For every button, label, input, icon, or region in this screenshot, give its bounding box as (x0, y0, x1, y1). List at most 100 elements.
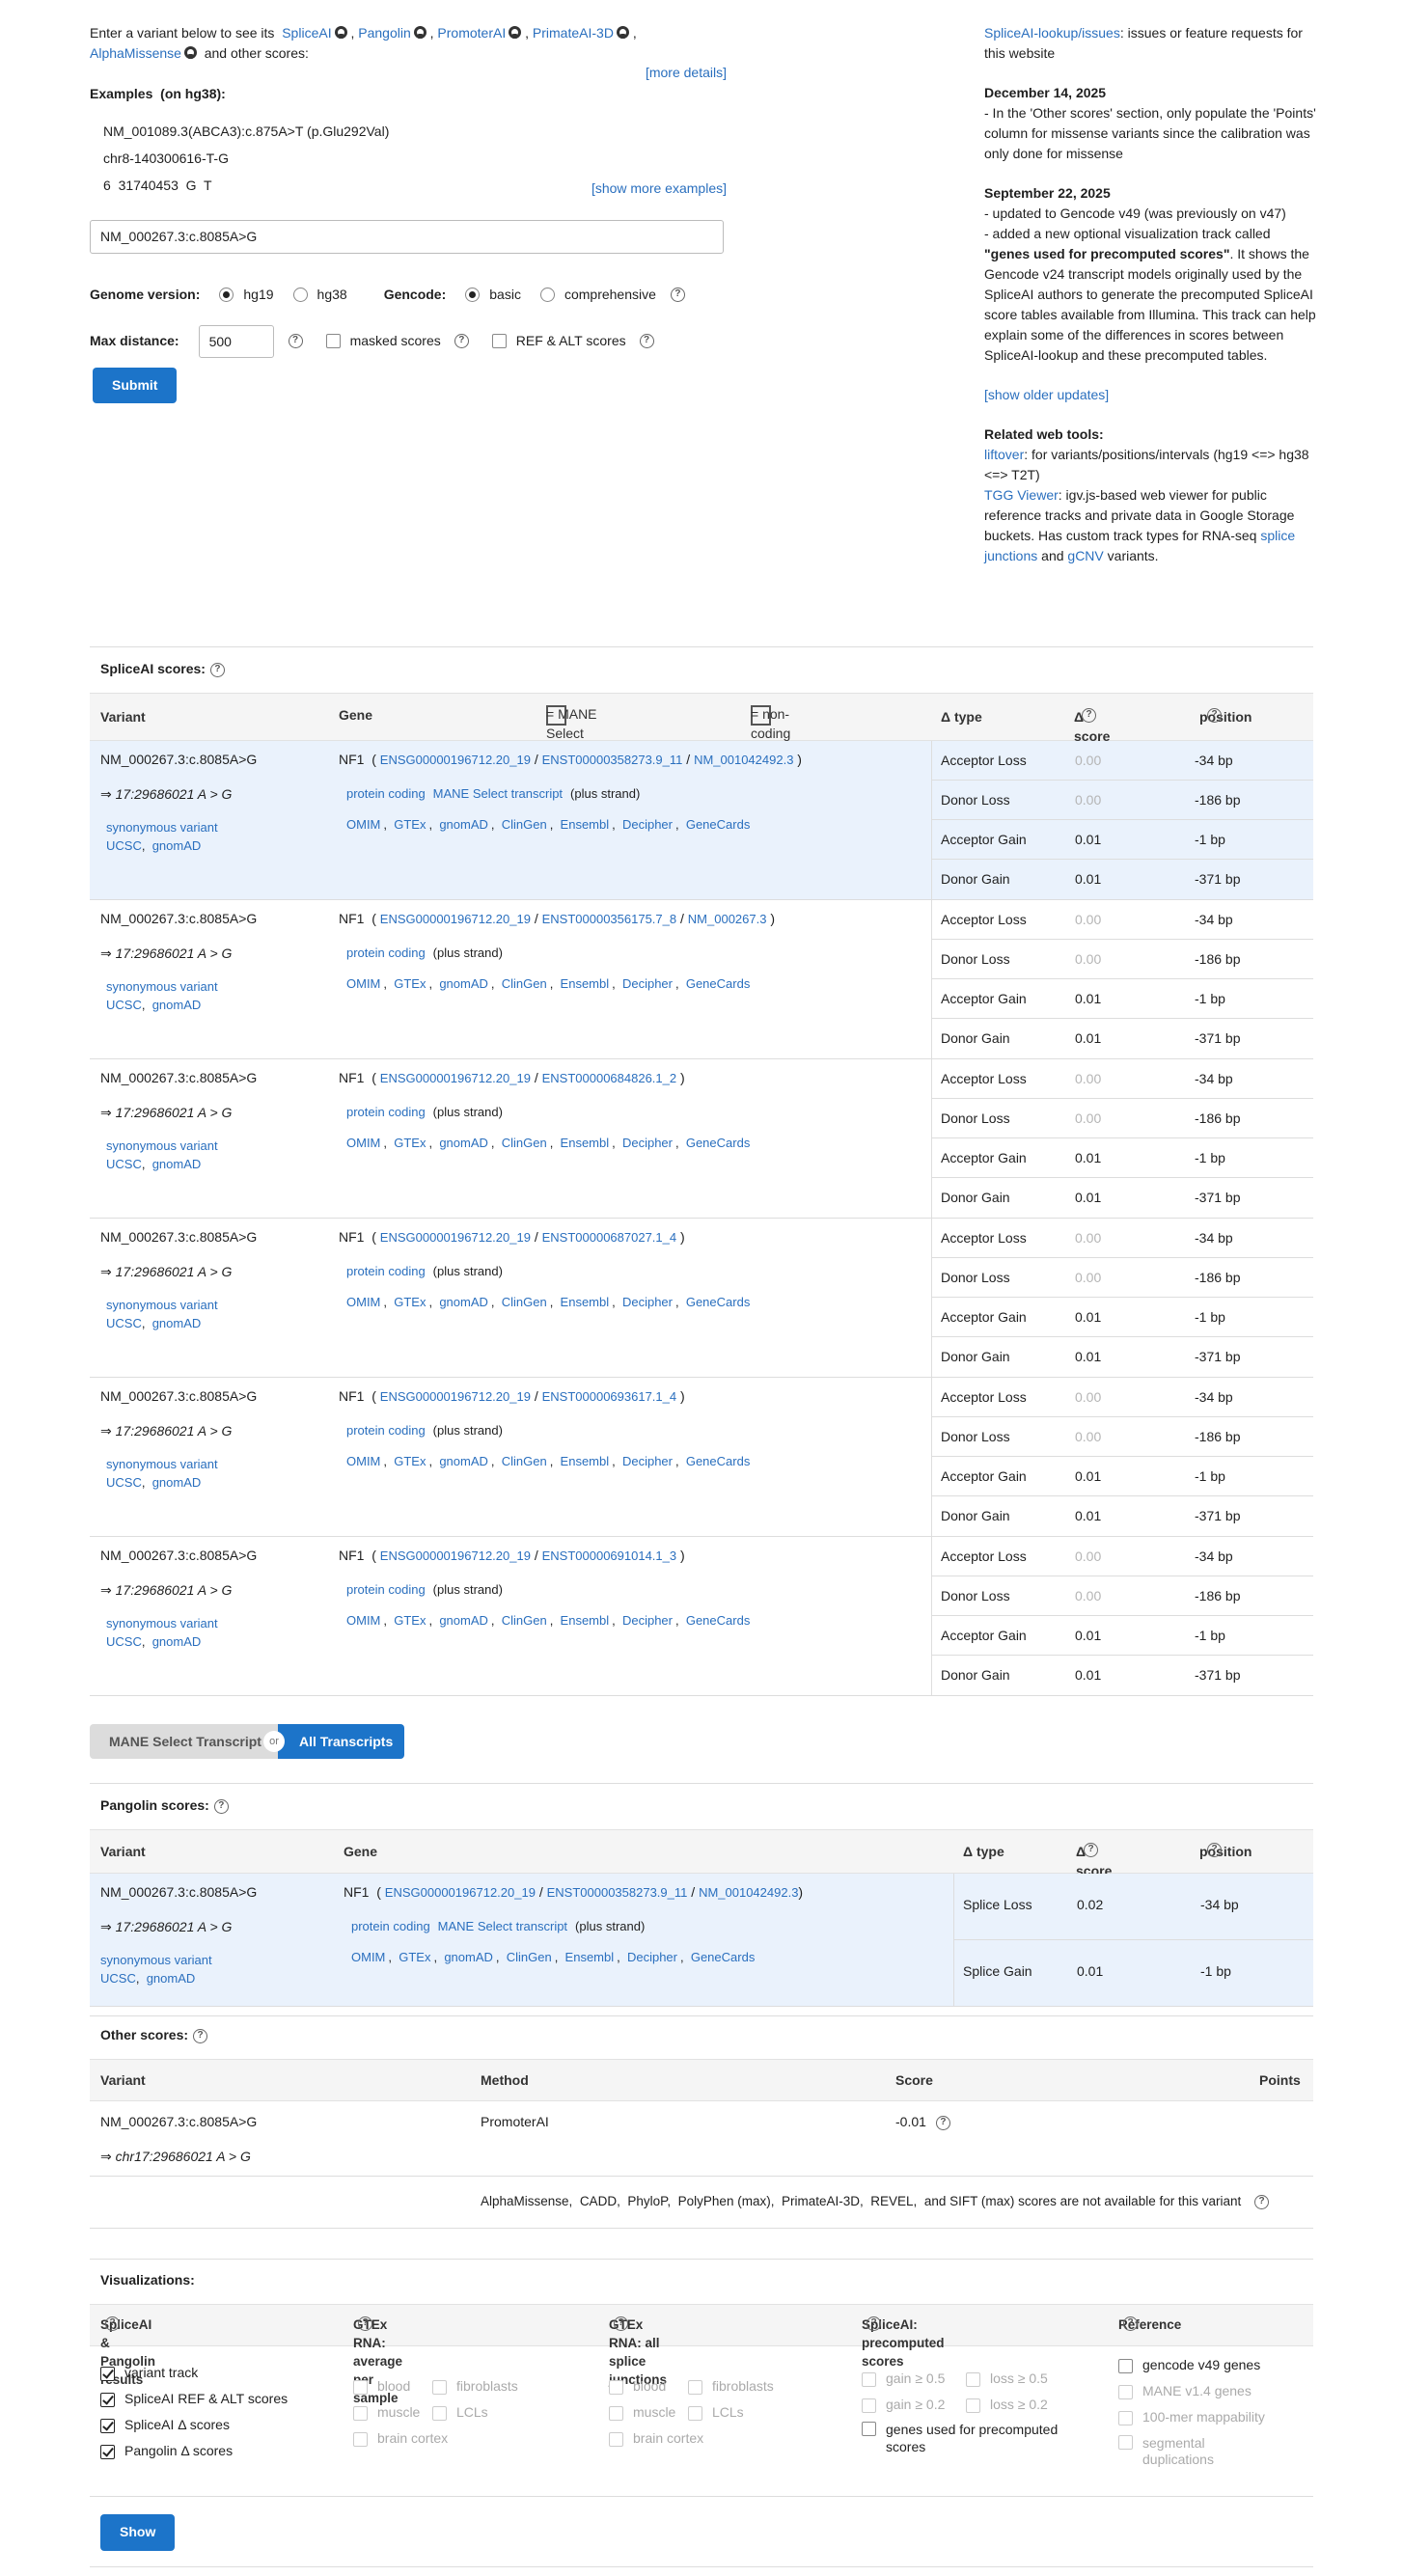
ucsc-link[interactable]: UCSC (106, 998, 142, 1012)
checkbox-disabled[interactable] (353, 2431, 368, 2447)
viz-option[interactable]: gencode v49 genes (1118, 2352, 1265, 2378)
masked-scores-checkbox[interactable] (325, 334, 341, 349)
liftover-link[interactable]: liftover (984, 447, 1024, 462)
show-more-examples-link[interactable]: [show more examples] (591, 179, 727, 199)
genecards-link[interactable]: GeneCards (686, 1454, 750, 1468)
ref-alt-checkbox[interactable] (491, 334, 507, 349)
gnomad-link[interactable]: gnomAD (439, 817, 488, 832)
viz-option[interactable]: SpliceAI REF & ALT scores (100, 2386, 288, 2412)
help-icon[interactable]: ? (454, 334, 469, 349)
help-icon[interactable]: ? (1207, 708, 1222, 723)
consequence-link[interactable]: synonymous variant (106, 1298, 218, 1312)
github-icon[interactable] (616, 26, 629, 39)
clingen-link[interactable]: ClinGen (502, 817, 547, 832)
enst-link[interactable]: ENST00000358273.9_11 (547, 1885, 688, 1900)
consequence-link[interactable]: synonymous variant (106, 979, 218, 994)
genecards-link[interactable]: GeneCards (686, 1295, 750, 1309)
omim-link[interactable]: OMIM (351, 1950, 385, 1964)
gnomad-link[interactable]: gnomAD (152, 1157, 202, 1171)
genecards-link[interactable]: GeneCards (686, 817, 750, 832)
gtex-link[interactable]: GTEx (394, 1613, 426, 1628)
consequence-link[interactable]: synonymous variant (106, 1138, 218, 1153)
checkbox-disabled[interactable] (966, 2371, 980, 2387)
checkbox-checked[interactable] (100, 2444, 115, 2459)
promoterai-link[interactable]: PromoterAI (437, 25, 506, 41)
omim-link[interactable]: OMIM (346, 1454, 380, 1468)
biotype-link[interactable]: protein coding (346, 1105, 426, 1119)
checkbox-disabled[interactable] (353, 2379, 368, 2395)
mane-link[interactable]: MANE Select transcript (438, 1919, 567, 1933)
clingen-link[interactable]: ClinGen (502, 1454, 547, 1468)
clingen-link[interactable]: ClinGen (502, 1136, 547, 1150)
gtex-link[interactable]: GTEx (394, 817, 426, 832)
show-button[interactable]: Show (100, 2514, 176, 2551)
enst-link[interactable]: ENST00000358273.9_11 (542, 753, 683, 767)
genecards-link[interactable]: GeneCards (686, 1613, 750, 1628)
omim-link[interactable]: OMIM (346, 817, 380, 832)
help-icon[interactable]: ? (1123, 2316, 1138, 2331)
viz-option[interactable]: variant track (100, 2360, 288, 2386)
checkbox-disabled[interactable] (862, 2371, 876, 2387)
ucsc-link[interactable]: UCSC (106, 1475, 142, 1490)
refseq-link[interactable]: NM_001042492.3 (699, 1885, 798, 1900)
ensembl-link[interactable]: Ensembl (561, 1454, 610, 1468)
checkbox-disabled[interactable] (609, 2379, 623, 2395)
github-icon[interactable] (183, 46, 197, 59)
help-icon[interactable]: ? (639, 334, 654, 349)
decipher-link[interactable]: Decipher (622, 1136, 673, 1150)
omim-link[interactable]: OMIM (346, 976, 380, 991)
viz-option[interactable]: SpliceAI Δ scores (100, 2412, 288, 2438)
viz-option[interactable]: fibroblasts (688, 2373, 774, 2399)
decipher-link[interactable]: Decipher (622, 1613, 673, 1628)
genecards-link[interactable]: GeneCards (691, 1950, 755, 1964)
checkbox-disabled[interactable] (1118, 2435, 1133, 2450)
viz-option[interactable]: LCLs (432, 2399, 488, 2425)
example-item[interactable]: NM_001089.3(ABCA3):c.875A>T (p.Glu292Val… (103, 118, 727, 145)
alphamissense-link[interactable]: AlphaMissense (90, 45, 181, 61)
gnomad-link[interactable]: gnomAD (152, 1475, 202, 1490)
gnomad-link[interactable]: gnomAD (439, 1136, 488, 1150)
variant-input[interactable]: NM_000267.3:c.8085A>G (90, 219, 724, 254)
ensembl-link[interactable]: Ensembl (561, 1295, 610, 1309)
github-icon[interactable] (413, 26, 426, 39)
gcnv-link[interactable]: gCNV (1067, 548, 1103, 563)
gtex-link[interactable]: GTEx (399, 1950, 430, 1964)
example-item[interactable]: chr8-140300616-T-G (103, 145, 727, 172)
biotype-link[interactable]: protein coding (346, 945, 426, 960)
github-icon[interactable] (509, 26, 522, 39)
enst-link[interactable]: ENST00000687027.1_4 (542, 1230, 677, 1245)
viz-option[interactable]: fibroblasts (432, 2373, 518, 2399)
viz-option[interactable]: loss ≥ 0.2 (966, 2392, 1048, 2418)
checkbox-disabled[interactable] (688, 2405, 702, 2421)
biotype-link[interactable]: protein coding (346, 786, 426, 801)
hg38-radio[interactable] (292, 288, 308, 303)
checkbox-disabled[interactable] (862, 2398, 876, 2413)
clingen-link[interactable]: ClinGen (502, 1295, 547, 1309)
decipher-link[interactable]: Decipher (622, 1295, 673, 1309)
checkbox[interactable] (862, 2422, 876, 2436)
checkbox-disabled[interactable] (688, 2379, 702, 2395)
consequence-link[interactable]: synonymous variant (106, 1457, 218, 1471)
help-icon[interactable]: ? (670, 288, 685, 303)
omim-link[interactable]: OMIM (346, 1136, 380, 1150)
mane-link[interactable]: MANE Select transcript (433, 786, 563, 801)
ucsc-link[interactable]: UCSC (100, 1971, 136, 1986)
submit-button[interactable]: Submit (93, 367, 178, 404)
enst-link[interactable]: ENST00000684826.1_2 (542, 1071, 677, 1085)
checkbox-disabled[interactable] (609, 2431, 623, 2447)
issues-link[interactable]: SpliceAI-lookup/issues (984, 25, 1120, 41)
help-icon[interactable]: ? (209, 662, 225, 677)
help-icon[interactable]: ? (213, 1798, 229, 1814)
help-icon[interactable]: ? (1207, 1843, 1222, 1857)
checkbox[interactable] (1118, 2358, 1133, 2373)
basic-radio[interactable] (465, 288, 481, 303)
checkbox-checked[interactable] (100, 2366, 115, 2381)
help-icon[interactable]: ? (614, 2316, 628, 2331)
consequence-link[interactable]: synonymous variant (106, 820, 218, 835)
gnomad-link[interactable]: gnomAD (439, 1454, 488, 1468)
gtex-link[interactable]: GTEx (394, 1295, 426, 1309)
decipher-link[interactable]: Decipher (622, 1454, 673, 1468)
gnomad-link[interactable]: gnomAD (439, 1613, 488, 1628)
refseq-link[interactable]: NM_000267.3 (688, 912, 767, 926)
pangolin-link[interactable]: Pangolin (358, 25, 411, 41)
